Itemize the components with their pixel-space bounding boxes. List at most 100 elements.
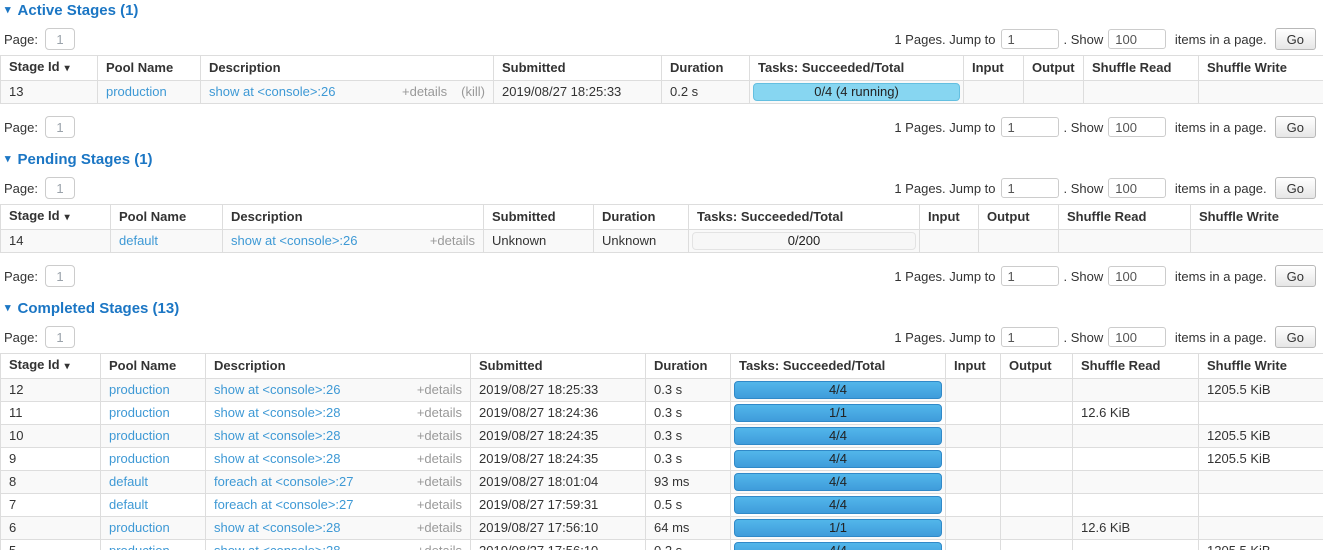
pool-link[interactable]: production [109, 543, 170, 550]
section-title[interactable]: Completed Stages (13) [18, 300, 180, 317]
pool-link[interactable]: production [106, 84, 167, 99]
column-header-shuffle-read[interactable]: Shuffle Read [1059, 205, 1191, 230]
description-link[interactable]: foreach at <console>:27 [214, 498, 409, 512]
shuffle-read-cell [1084, 81, 1199, 104]
jump-to-input[interactable] [1001, 266, 1059, 286]
pool-link[interactable]: production [109, 382, 170, 397]
details-link[interactable]: +details [417, 475, 462, 489]
tasks-progress-bar: 1/1 [734, 404, 942, 422]
description-link[interactable]: show at <console>:28 [214, 452, 409, 466]
details-link[interactable]: +details [417, 452, 462, 466]
go-button[interactable]: Go [1275, 265, 1316, 287]
details-link[interactable]: +details [417, 406, 462, 420]
column-header-input[interactable]: Input [964, 56, 1024, 81]
column-header-shuffle-write[interactable]: Shuffle Write [1199, 354, 1323, 379]
show-count-input[interactable] [1108, 266, 1166, 286]
shuffle-write-cell [1199, 471, 1323, 494]
page-number-input[interactable] [45, 326, 75, 348]
column-header-stage-id[interactable]: Stage Id▾ [1, 56, 98, 81]
details-link[interactable]: +details [417, 383, 462, 397]
section-heading[interactable]: ▾Completed Stages (13) [5, 300, 1323, 317]
column-header-stage-id[interactable]: Stage Id▾ [1, 354, 101, 379]
section-title[interactable]: Pending Stages (1) [18, 151, 153, 168]
pool-link[interactable]: production [109, 451, 170, 466]
column-header-pool-name[interactable]: Pool Name [101, 354, 206, 379]
section-heading[interactable]: ▾Active Stages (1) [5, 2, 1323, 19]
page-control: Page: [4, 326, 75, 348]
column-header-description[interactable]: Description [206, 354, 471, 379]
details-link[interactable]: +details [417, 521, 462, 535]
column-header-duration[interactable]: Duration [594, 205, 689, 230]
description-link[interactable]: show at <console>:26 [214, 383, 409, 397]
pagination-controls: 1 Pages. Jump to . Show items in a page.… [894, 28, 1316, 50]
pool-link[interactable]: production [109, 405, 170, 420]
column-header-input[interactable]: Input [920, 205, 979, 230]
column-header-submitted[interactable]: Submitted [494, 56, 662, 81]
page-number-input[interactable] [45, 265, 75, 287]
column-header-pool-name[interactable]: Pool Name [98, 56, 201, 81]
description-link[interactable]: show at <console>:28 [214, 406, 409, 420]
show-count-input[interactable] [1108, 29, 1166, 49]
column-header-output[interactable]: Output [1024, 56, 1084, 81]
column-header-description[interactable]: Description [201, 56, 494, 81]
page-number-input[interactable] [45, 28, 75, 50]
details-link[interactable]: +details [402, 85, 447, 99]
column-header-tasks-succeeded-total[interactable]: Tasks: Succeeded/Total [731, 354, 946, 379]
description-link[interactable]: show at <console>:26 [231, 234, 422, 248]
column-header-output[interactable]: Output [1001, 354, 1073, 379]
description-wrap: show at <console>:26 +details [214, 383, 462, 397]
show-label: . Show [1064, 269, 1104, 284]
column-header-submitted[interactable]: Submitted [484, 205, 594, 230]
pool-cell: production [98, 81, 201, 104]
go-button[interactable]: Go [1275, 177, 1316, 199]
jump-to-input[interactable] [1001, 29, 1059, 49]
column-header-duration[interactable]: Duration [646, 354, 731, 379]
column-header-input[interactable]: Input [946, 354, 1001, 379]
column-header-description[interactable]: Description [223, 205, 484, 230]
pool-link[interactable]: production [109, 428, 170, 443]
section-title[interactable]: Active Stages (1) [18, 2, 139, 19]
go-button[interactable]: Go [1275, 116, 1316, 138]
pool-link[interactable]: default [109, 474, 148, 489]
show-count-input[interactable] [1108, 178, 1166, 198]
kill-link[interactable]: (kill) [461, 85, 485, 99]
page-number-input[interactable] [45, 116, 75, 138]
details-link[interactable]: +details [417, 544, 462, 550]
column-header-shuffle-read[interactable]: Shuffle Read [1084, 56, 1199, 81]
column-header-pool-name[interactable]: Pool Name [111, 205, 223, 230]
description-link[interactable]: show at <console>:28 [214, 544, 409, 550]
go-button[interactable]: Go [1275, 326, 1316, 348]
details-link[interactable]: +details [417, 498, 462, 512]
column-header-shuffle-read[interactable]: Shuffle Read [1073, 354, 1199, 379]
show-count-input[interactable] [1108, 327, 1166, 347]
column-header-output[interactable]: Output [979, 205, 1059, 230]
show-count-input[interactable] [1108, 117, 1166, 137]
duration-cell: 0.3 s [646, 448, 731, 471]
description-link[interactable]: foreach at <console>:27 [214, 475, 409, 489]
jump-to-input[interactable] [1001, 327, 1059, 347]
jump-to-input[interactable] [1001, 117, 1059, 137]
input-cell [946, 471, 1001, 494]
description-link[interactable]: show at <console>:28 [214, 521, 409, 535]
column-header-tasks-succeeded-total[interactable]: Tasks: Succeeded/Total [689, 205, 920, 230]
stage-row: 7defaultforeach at <console>:27+details2… [1, 494, 1323, 517]
jump-to-input[interactable] [1001, 178, 1059, 198]
go-button[interactable]: Go [1275, 28, 1316, 50]
pagination-bar: Page: 1 Pages. Jump to . Show items in a… [4, 28, 1316, 50]
pool-link[interactable]: production [109, 520, 170, 535]
column-header-duration[interactable]: Duration [662, 56, 750, 81]
column-header-shuffle-write[interactable]: Shuffle Write [1199, 56, 1323, 81]
column-header-submitted[interactable]: Submitted [471, 354, 646, 379]
page-number-input[interactable] [45, 177, 75, 199]
section-heading[interactable]: ▾Pending Stages (1) [5, 151, 1323, 168]
details-link[interactable]: +details [430, 234, 475, 248]
column-header-stage-id[interactable]: Stage Id▾ [1, 205, 111, 230]
description-cell: foreach at <console>:27 +details [206, 471, 471, 494]
pool-link[interactable]: default [119, 233, 158, 248]
column-header-shuffle-write[interactable]: Shuffle Write [1191, 205, 1323, 230]
pool-link[interactable]: default [109, 497, 148, 512]
description-link[interactable]: show at <console>:26 [209, 85, 394, 99]
description-link[interactable]: show at <console>:28 [214, 429, 409, 443]
details-link[interactable]: +details [417, 429, 462, 443]
column-header-tasks-succeeded-total[interactable]: Tasks: Succeeded/Total [750, 56, 964, 81]
